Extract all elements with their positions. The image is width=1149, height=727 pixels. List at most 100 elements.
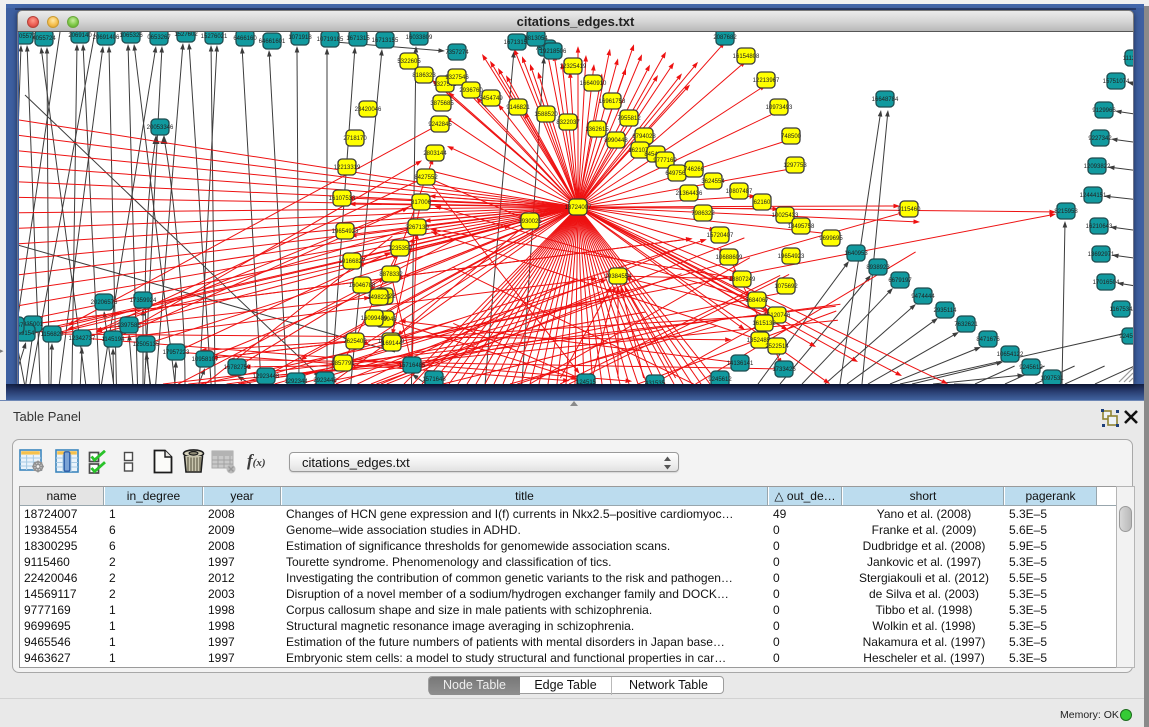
svg-text:15751074: 15751074 xyxy=(1102,79,1129,85)
svg-text:2087682: 2087682 xyxy=(713,35,737,41)
svg-text:1297753: 1297753 xyxy=(783,163,807,169)
svg-text:1362615: 1362615 xyxy=(585,127,609,133)
svg-text:9777169: 9777169 xyxy=(653,158,677,164)
svg-text:19166827: 19166827 xyxy=(338,259,365,265)
svg-text:9129966: 9129966 xyxy=(1092,108,1116,114)
svg-text:17359924: 17359924 xyxy=(129,298,156,304)
svg-text:1733426: 1733426 xyxy=(772,367,796,373)
svg-text:16099489: 16099489 xyxy=(360,316,387,322)
svg-text:169144: 169144 xyxy=(381,341,402,347)
svg-text:6794028: 6794028 xyxy=(632,134,656,140)
svg-text:746266: 746266 xyxy=(683,167,704,173)
svg-text:5322605: 5322605 xyxy=(397,59,421,65)
svg-text:3624554: 3624554 xyxy=(701,179,725,185)
svg-text:8215958: 8215958 xyxy=(1054,209,1078,215)
svg-text:0653267: 0653267 xyxy=(147,35,171,41)
svg-text:16107533: 16107533 xyxy=(328,196,355,202)
svg-text:1527602: 1527602 xyxy=(174,32,198,38)
svg-text:1167534: 1167534 xyxy=(1109,307,1132,313)
svg-text:16046788: 16046788 xyxy=(348,283,375,289)
svg-text:2718170: 2718170 xyxy=(343,136,367,142)
svg-text:1145194: 1145194 xyxy=(101,337,125,343)
svg-text:20691406: 20691406 xyxy=(92,35,119,41)
svg-text:16640910: 16640910 xyxy=(579,81,606,87)
svg-text:2935114: 2935114 xyxy=(933,308,957,314)
svg-text:15720407: 15720407 xyxy=(706,233,733,239)
svg-text:12342737: 12342737 xyxy=(68,336,95,342)
svg-text:2522514: 2522514 xyxy=(765,344,789,350)
svg-text:14136141: 14136141 xyxy=(726,361,753,367)
svg-text:19384554: 19384554 xyxy=(604,274,631,280)
svg-text:16154808: 16154808 xyxy=(732,54,759,60)
svg-text:8322037: 8322037 xyxy=(556,120,580,126)
svg-text:16961758: 16961758 xyxy=(598,99,625,105)
svg-text:12213967: 12213967 xyxy=(752,78,779,84)
svg-text:124515: 124515 xyxy=(575,380,596,384)
svg-text:19654923: 19654923 xyxy=(777,254,804,260)
svg-text:12444151: 12444151 xyxy=(1079,193,1106,199)
svg-text:8471676: 8471676 xyxy=(976,337,1000,343)
svg-text:17016504: 17016504 xyxy=(1092,280,1119,286)
svg-text:9115460: 9115460 xyxy=(897,207,921,213)
svg-text:1588520: 1588520 xyxy=(534,112,558,118)
svg-text:8186323: 8186323 xyxy=(412,73,436,79)
svg-text:9242845: 9242845 xyxy=(428,122,452,128)
svg-text:6679197: 6679197 xyxy=(888,278,912,284)
svg-text:15276021: 15276021 xyxy=(200,34,227,40)
svg-text:1640953: 1640953 xyxy=(844,251,868,257)
svg-text:10688609: 10688609 xyxy=(715,255,742,261)
svg-text:8427552: 8427552 xyxy=(414,175,438,181)
svg-text:23420046: 23420046 xyxy=(354,107,381,113)
svg-text:9245093: 9245093 xyxy=(1119,334,1133,340)
svg-text:8878332: 8878332 xyxy=(379,272,403,278)
svg-text:1071918: 1071918 xyxy=(288,35,312,41)
svg-text:2069140: 2069140 xyxy=(68,33,92,39)
svg-text:4055724: 4055724 xyxy=(32,36,56,42)
svg-text:10973493: 10973493 xyxy=(765,105,792,111)
svg-text:16782759: 16782759 xyxy=(223,365,250,371)
svg-text:7986322: 7986322 xyxy=(691,211,715,217)
svg-text:9474444: 9474444 xyxy=(911,294,935,300)
svg-text:9699695: 9699695 xyxy=(819,236,843,242)
svg-text:20206576: 20206576 xyxy=(90,300,117,306)
svg-text:7632621: 7632621 xyxy=(954,322,978,328)
svg-text:19654923: 19654923 xyxy=(331,229,358,235)
svg-text:12325419: 12325419 xyxy=(559,64,586,70)
svg-text:91447: 91447 xyxy=(19,323,24,329)
svg-text:2936760: 2936760 xyxy=(459,88,483,94)
svg-text:12923448: 12923448 xyxy=(252,374,279,380)
svg-text:16713155: 16713155 xyxy=(371,38,398,44)
svg-text:7357274: 7357274 xyxy=(445,50,469,56)
svg-text:9245612: 9245612 xyxy=(1019,365,1043,371)
svg-text:1235359: 1235359 xyxy=(388,246,412,252)
svg-text:8813054: 8813054 xyxy=(524,36,548,42)
svg-text:1571648: 1571648 xyxy=(422,377,446,383)
svg-text:12213319: 12213319 xyxy=(333,165,360,171)
svg-text:15716485: 15716485 xyxy=(398,363,425,369)
svg-text:1292344: 1292344 xyxy=(284,379,308,384)
svg-text:2923448: 2923448 xyxy=(313,378,337,384)
svg-text:12505135: 12505135 xyxy=(132,342,159,348)
svg-text:3267130: 3267130 xyxy=(405,225,429,231)
svg-text:8990448: 8990448 xyxy=(604,138,628,144)
svg-text:7955812: 7955812 xyxy=(617,116,641,122)
svg-text:1097531: 1097531 xyxy=(1040,376,1064,382)
svg-text:16033809: 16033809 xyxy=(405,35,432,41)
svg-text:19218506: 19218506 xyxy=(539,49,566,55)
svg-text:9327546: 9327546 xyxy=(445,75,469,81)
svg-text:1156829: 1156829 xyxy=(40,332,64,338)
svg-text:8454749: 8454749 xyxy=(479,96,503,102)
svg-text:12093822: 12093822 xyxy=(1083,164,1110,170)
svg-text:1112841: 1112841 xyxy=(1122,56,1132,62)
svg-text:18807249: 18807249 xyxy=(728,277,755,283)
svg-text:16648784: 16648784 xyxy=(871,97,898,103)
svg-text:1498222: 1498222 xyxy=(367,295,391,301)
svg-text:3684067: 3684067 xyxy=(745,298,769,304)
svg-text:9857791: 9857791 xyxy=(331,361,355,367)
svg-text:431535: 431535 xyxy=(644,381,665,384)
svg-text:7625402: 7625402 xyxy=(343,339,367,345)
svg-text:18724007: 18724007 xyxy=(564,205,591,211)
svg-text:1671315: 1671315 xyxy=(346,36,370,42)
svg-text:9227342: 9227342 xyxy=(1088,136,1112,142)
svg-text:64661601: 64661601 xyxy=(258,39,285,45)
